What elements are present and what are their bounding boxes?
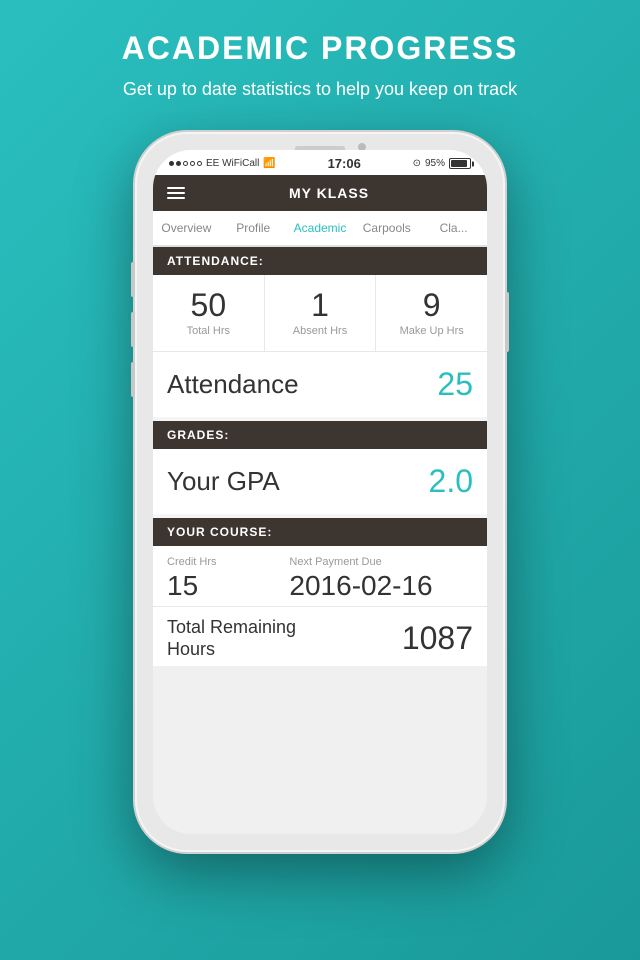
tab-profile[interactable]: Profile xyxy=(220,211,287,247)
credit-hrs-label: Credit Hrs xyxy=(167,556,289,568)
battery-indicator xyxy=(449,158,471,169)
stat-absent-hrs-value: 1 xyxy=(273,289,368,321)
stat-makeup-hrs-label: Make Up Hrs xyxy=(384,325,479,337)
tab-bar: Overview Profile Academic Carpools Cla..… xyxy=(153,211,487,247)
credit-hrs-col: Credit Hrs 15 xyxy=(167,556,289,602)
stat-absent-hrs-label: Absent Hrs xyxy=(273,325,368,337)
dot-2 xyxy=(176,161,181,166)
phone-screen: EE WiFiCall 📶 17:06 ⊙ 95% xyxy=(153,150,487,834)
stat-makeup-hrs: 9 Make Up Hrs xyxy=(376,275,487,351)
status-time: 17:06 xyxy=(328,156,361,171)
next-payment-value: 2016-02-16 xyxy=(289,570,473,602)
stat-total-hrs-label: Total Hrs xyxy=(161,325,256,337)
page-subtitle: Get up to date statistics to help you ke… xyxy=(122,77,519,102)
stat-absent-hrs: 1 Absent Hrs xyxy=(265,275,377,351)
course-row: Credit Hrs 15 Next Payment Due 2016-02-1… xyxy=(153,546,487,606)
tab-carpools[interactable]: Carpools xyxy=(353,211,420,247)
status-left: EE WiFiCall 📶 xyxy=(169,158,276,169)
dot-4 xyxy=(190,161,195,166)
tab-overview[interactable]: Overview xyxy=(153,211,220,247)
attendance-header: ATTENDANCE: xyxy=(153,247,487,275)
stat-total-hrs-value: 50 xyxy=(161,289,256,321)
stat-total-hrs: 50 Total Hrs xyxy=(153,275,265,351)
app-header: MY KLASS xyxy=(153,175,487,211)
tab-cla[interactable]: Cla... xyxy=(420,211,487,247)
page-header: ACADEMIC PROGRESS Get up to date statist… xyxy=(102,0,539,122)
hamburger-line-2 xyxy=(167,192,185,194)
gpa-value: 2.0 xyxy=(429,463,473,500)
attendance-stats: 50 Total Hrs 1 Absent Hrs 9 Make Up Hrs xyxy=(153,275,487,352)
attendance-summary-row: Attendance 25 xyxy=(153,352,487,417)
phone-mockup: EE WiFiCall 📶 17:06 ⊙ 95% xyxy=(135,132,505,852)
total-remaining-value: 1087 xyxy=(402,620,473,657)
course-section: Credit Hrs 15 Next Payment Due 2016-02-1… xyxy=(153,546,487,666)
main-content: ATTENDANCE: 50 Total Hrs 1 Absent Hrs 9 … xyxy=(153,247,487,666)
hamburger-line-1 xyxy=(167,187,185,189)
hamburger-line-3 xyxy=(167,197,185,199)
phone-outer: EE WiFiCall 📶 17:06 ⊙ 95% xyxy=(135,132,505,852)
signal-dots xyxy=(169,161,202,166)
hamburger-menu[interactable] xyxy=(167,187,185,199)
location-icon: ⊙ xyxy=(413,158,421,169)
status-right: ⊙ 95% xyxy=(413,158,471,169)
stat-makeup-hrs-value: 9 xyxy=(384,289,479,321)
battery-body xyxy=(449,158,471,169)
app-title: MY KLASS xyxy=(185,185,473,201)
next-payment-label: Next Payment Due xyxy=(289,556,473,568)
credit-hrs-value: 15 xyxy=(167,570,289,602)
tab-academic[interactable]: Academic xyxy=(287,211,354,247)
status-bar: EE WiFiCall 📶 17:06 ⊙ 95% xyxy=(153,150,487,175)
battery-fill xyxy=(451,160,467,167)
dot-1 xyxy=(169,161,174,166)
grades-header: GRADES: xyxy=(153,421,487,449)
battery-pct: 95% xyxy=(425,158,445,169)
total-remaining-row: Total RemainingHours 1087 xyxy=(153,606,487,666)
total-remaining-label: Total RemainingHours xyxy=(167,617,296,660)
gpa-label: Your GPA xyxy=(167,466,280,497)
carrier-text: EE WiFiCall xyxy=(206,158,259,169)
course-header: YOUR COURSE: xyxy=(153,518,487,546)
dot-5 xyxy=(197,161,202,166)
gpa-row: Your GPA 2.0 xyxy=(153,449,487,514)
wifi-icon: 📶 xyxy=(263,158,275,169)
attendance-summary-value: 25 xyxy=(437,366,473,403)
page-title: ACADEMIC PROGRESS xyxy=(122,30,519,67)
dot-3 xyxy=(183,161,188,166)
attendance-summary-label: Attendance xyxy=(167,369,299,400)
next-payment-col: Next Payment Due 2016-02-16 xyxy=(289,556,473,602)
